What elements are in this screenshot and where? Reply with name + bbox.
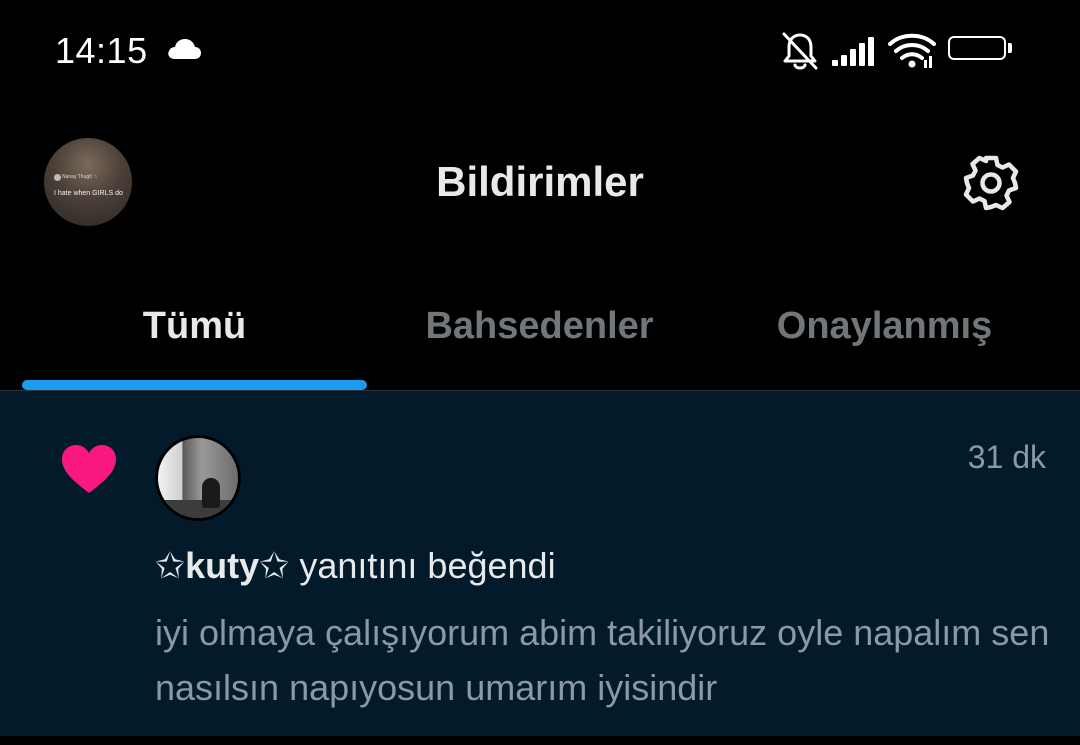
status-time: 14:15 xyxy=(55,30,148,71)
wifi-icon xyxy=(888,33,936,68)
notification-item[interactable]: 31 dk ✩kuty✩ yanıtını beğendi iyi olmaya… xyxy=(0,391,1080,736)
cloud-icon xyxy=(168,39,201,59)
notification-summary: ✩kuty✩ yanıtını beğendi xyxy=(155,545,556,587)
page-title: Bildirimler xyxy=(436,158,644,205)
heart-icon xyxy=(62,445,116,493)
tab-mentions[interactable]: Bahsedenler xyxy=(367,280,712,392)
notification-time: 31 dk xyxy=(967,439,1046,475)
notification-action: yanıtını beğendi xyxy=(289,545,556,586)
status-bar: 14:15 65 xyxy=(0,0,1080,100)
avatar-photo-floor xyxy=(158,500,238,518)
notification-username[interactable]: ✩kuty✩ xyxy=(155,545,289,586)
active-tab-indicator xyxy=(22,380,367,390)
battery-icon: 65 xyxy=(948,36,1012,64)
tab-all[interactable]: Tümü xyxy=(22,280,367,392)
tab-verified[interactable]: Onaylanmış xyxy=(712,280,1057,392)
notifications-screen: 14:15 65 Nanay Thugð ☆ I hate when GIRLS… xyxy=(0,0,1080,745)
notification-user-avatar[interactable] xyxy=(155,435,241,521)
gear-icon[interactable] xyxy=(962,154,1020,212)
notification-body: iyi olmaya çalışıyorum abim takiliyoruz … xyxy=(155,612,1050,708)
tab-bar: Tümü Bahsedenler Onaylanmış xyxy=(0,280,1080,392)
bell-off-icon xyxy=(782,32,818,70)
avatar-photo-figure xyxy=(202,478,220,508)
signal-icon xyxy=(832,37,874,66)
battery-cap xyxy=(1008,43,1012,53)
header: Nanay Thugð ☆ I hate when GIRLS do Bildi… xyxy=(0,110,1080,260)
battery-level: 65 xyxy=(966,37,988,58)
